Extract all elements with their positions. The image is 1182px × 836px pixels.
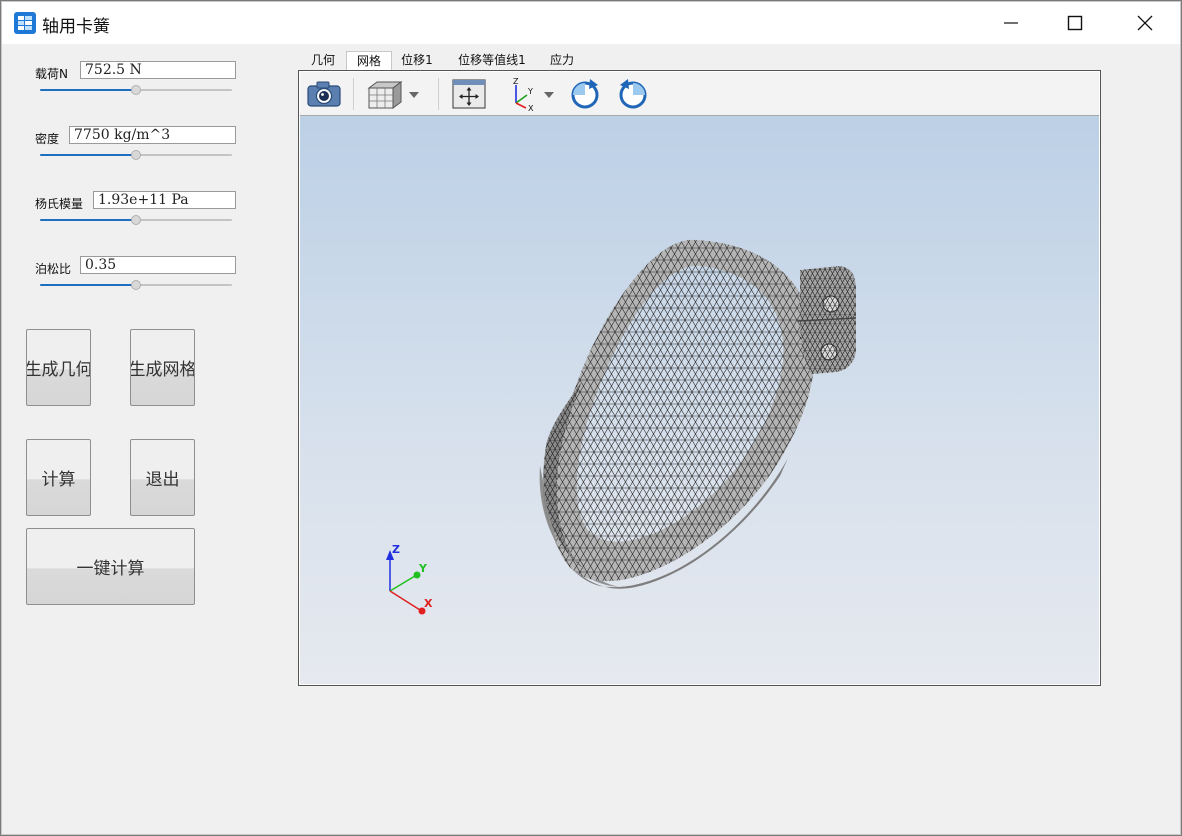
app-icon [14, 12, 36, 34]
orientation-triad: Z Y X [386, 543, 433, 615]
axes-orientation-button[interactable]: Z Y X [502, 77, 558, 111]
youngs-modulus-input[interactable]: 1.93e+11 Pa [93, 191, 236, 209]
title-bar: 轴用卡簧 [2, 2, 1180, 44]
tab-stress[interactable]: 应力 [542, 51, 582, 70]
svg-text:Z: Z [513, 77, 519, 86]
exit-button[interactable]: 退出 [130, 439, 195, 516]
parameter-panel: 载荷N 752.5 N 密度 7750 kg/m^3 杨氏模量 1.93e+11… [2, 44, 292, 834]
svg-text:X: X [528, 104, 534, 111]
slider-handle[interactable] [131, 215, 141, 225]
axis-z-label: Z [392, 543, 400, 556]
viewer-toolbar: Z Y X [300, 72, 1099, 116]
poisson-ratio-label: 泊松比 [35, 262, 72, 276]
tab-geometry[interactable]: 几何 [300, 51, 346, 70]
generate-mesh-button[interactable]: 生成网格 [130, 329, 195, 406]
fit-view-icon [452, 79, 486, 109]
main-window: 轴用卡簧 载荷N 752.5 N 密度 7750 kg/m^3 杨氏模量 1.9… [1, 1, 1181, 835]
slider-handle[interactable] [131, 150, 141, 160]
view-cube-button[interactable] [362, 77, 424, 111]
density-slider[interactable] [40, 149, 232, 161]
poisson-ratio-input[interactable]: 0.35 [80, 256, 236, 274]
minimize-icon [1004, 22, 1018, 24]
axis-x-label: X [424, 597, 433, 610]
rotate-counterclockwise-icon [619, 79, 647, 109]
close-button[interactable] [1116, 2, 1174, 44]
cube-view-icon [367, 81, 419, 109]
close-icon [1137, 15, 1153, 31]
render-canvas[interactable]: Z Y X [300, 116, 1099, 684]
one-click-compute-label: 一键计算 [76, 559, 145, 579]
exit-label: 退出 [145, 470, 180, 490]
rotate-counterclockwise-button[interactable] [614, 77, 652, 111]
load-slider[interactable] [40, 84, 232, 96]
generate-geometry-label: 生成几何 [26, 360, 91, 380]
density-input[interactable]: 7750 kg/m^3 [69, 126, 236, 144]
axes-orientation-icon: Z Y X [513, 77, 554, 111]
youngs-modulus-label: 杨氏模量 [35, 197, 84, 211]
tab-mesh[interactable]: 网格 [346, 51, 392, 70]
generate-mesh-label: 生成网格 [130, 360, 195, 380]
poisson-ratio-slider[interactable] [40, 279, 232, 291]
rotate-clockwise-button[interactable] [566, 77, 604, 111]
window-title: 轴用卡簧 [42, 17, 110, 37]
density-label: 密度 [35, 132, 60, 146]
slider-handle[interactable] [131, 85, 141, 95]
slider-handle[interactable] [131, 280, 141, 290]
3d-viewer: Z Y X Z Y X [298, 70, 1101, 686]
screenshot-button[interactable] [304, 77, 344, 111]
tab-displacement[interactable]: 位移1 [392, 51, 442, 70]
maximize-button[interactable] [1046, 2, 1104, 44]
tab-displacement-contour[interactable]: 位移等值线1 [442, 51, 542, 70]
compute-button[interactable]: 计算 [26, 439, 91, 516]
one-click-compute-button[interactable]: 一键计算 [26, 528, 195, 605]
compute-label: 计算 [41, 470, 76, 490]
youngs-modulus-slider[interactable] [40, 214, 232, 226]
fit-view-button[interactable] [450, 77, 488, 111]
load-label: 载荷N [35, 67, 68, 81]
load-input[interactable]: 752.5 N [80, 61, 236, 79]
rotate-clockwise-icon [571, 79, 599, 109]
maximize-icon [1067, 15, 1083, 31]
camera-icon [307, 81, 341, 107]
svg-text:Y: Y [527, 87, 533, 96]
generate-geometry-button[interactable]: 生成几何 [26, 329, 91, 406]
axis-y-label: Y [418, 562, 428, 575]
retaining-ring-mesh: Z Y X [386, 239, 857, 615]
minimize-button[interactable] [982, 2, 1040, 44]
